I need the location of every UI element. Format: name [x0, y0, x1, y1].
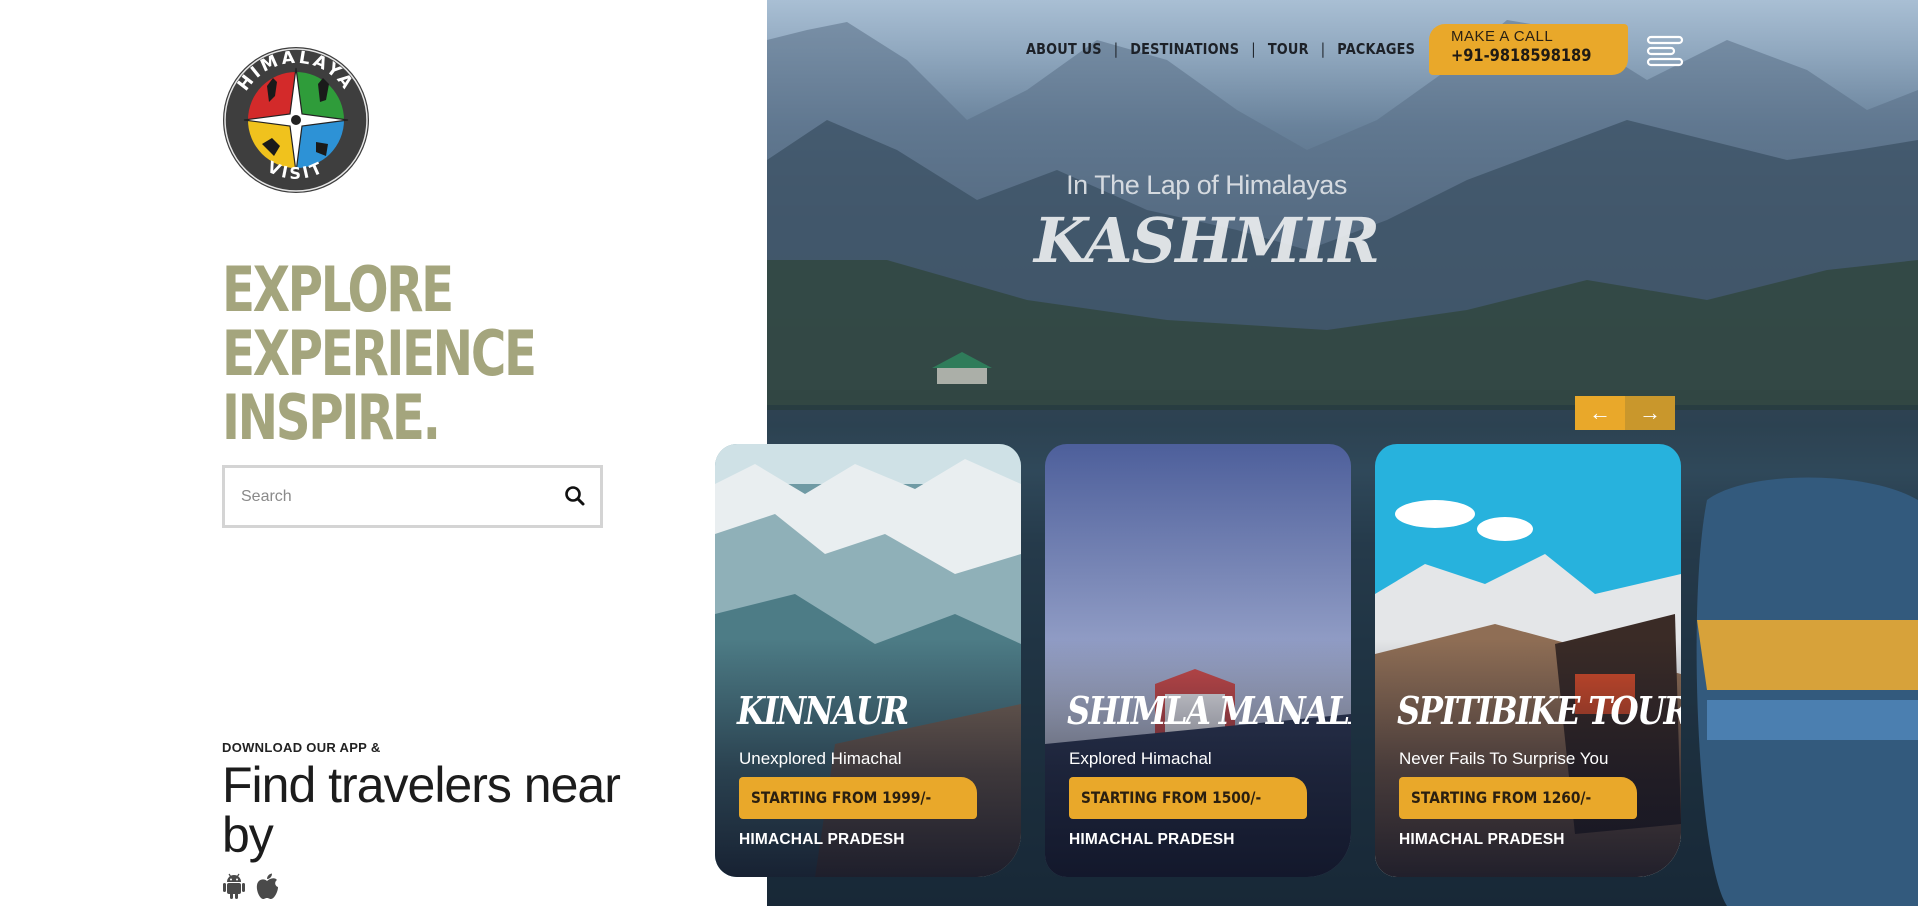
nav-separator: |	[1113, 40, 1119, 58]
card-price-label: STARTING FROM 1260/-	[1411, 788, 1592, 807]
slider-arrows: ← →	[1575, 396, 1675, 430]
search-input[interactable]	[239, 482, 549, 512]
search-button[interactable]	[562, 483, 588, 509]
card-title: SPITIBIKE TOUR	[1397, 688, 1681, 733]
slider-next-button[interactable]: →	[1625, 396, 1675, 430]
search-box	[222, 465, 603, 528]
call-label: MAKE A CALL	[1451, 28, 1554, 45]
nav-separator: |	[1251, 40, 1256, 58]
apple-icon[interactable]	[254, 872, 280, 902]
card-subtitle: Explored Himachal	[1069, 749, 1212, 768]
nav-separator: |	[1320, 40, 1326, 58]
card-region: HIMACHAL PRADESH	[1399, 831, 1565, 848]
menu-button[interactable]	[1646, 34, 1686, 68]
nav-packages[interactable]: PACKAGES	[1337, 40, 1415, 58]
destination-card-kinnaur[interactable]: KINNAUR Unexplored Himachal STARTING FRO…	[715, 444, 1021, 877]
hamburger-menu-icon	[1646, 35, 1684, 67]
card-subtitle: Unexplored Himachal	[739, 749, 902, 768]
card-region: HIMACHAL PRADESH	[739, 831, 905, 848]
headline-line-experience: EXPERIENCE	[222, 317, 537, 390]
destination-card-spitibike-tour[interactable]: SPITIBIKE TOUR Never Fails To Surprise Y…	[1375, 444, 1681, 877]
card-price-button[interactable]: STARTING FROM 1500/-	[1069, 777, 1307, 819]
hero-title: KASHMIR	[1034, 204, 1380, 277]
app-store-links	[222, 872, 280, 902]
android-icon[interactable]	[222, 872, 246, 900]
card-price-button[interactable]: STARTING FROM 1260/-	[1399, 777, 1637, 819]
headline-line-explore: EXPLORE	[222, 253, 454, 326]
left-panel: HIMALAYA VISIT EXPLORE EXPERIENCE INSPIR…	[0, 0, 767, 906]
call-number: +91-9818598189	[1451, 46, 1592, 66]
card-title: KINNAUR	[737, 688, 909, 733]
main-nav: ABOUT US | DESTINATIONS | TOUR | PACKAGE…	[1026, 40, 1415, 58]
slider-prev-button[interactable]: ←	[1575, 396, 1625, 430]
card-price-label: STARTING FROM 1999/-	[751, 788, 932, 807]
nav-about-us[interactable]: ABOUT US	[1026, 40, 1102, 58]
download-app-caption: DOWNLOAD OUR APP &	[222, 740, 381, 755]
headline-line-inspire: INSPIRE.	[222, 381, 441, 454]
card-price-button[interactable]: STARTING FROM 1999/-	[739, 777, 977, 819]
hero-headline: EXPLORE EXPERIENCE INSPIRE.	[222, 253, 537, 454]
card-title: SHIMLA MANALI	[1067, 688, 1351, 733]
make-a-call-button[interactable]: MAKE A CALL +91-9818598189	[1429, 24, 1628, 75]
card-region: HIMACHAL PRADESH	[1069, 831, 1235, 848]
arrow-left-icon: ←	[1589, 400, 1611, 425]
find-travelers-title: Find travelers near by	[222, 757, 621, 863]
card-price-label: STARTING FROM 1500/-	[1081, 788, 1262, 807]
destination-card-shimla-manali[interactable]: SHIMLA MANALI Explored Himachal STARTING…	[1045, 444, 1351, 877]
himalaya-visit-logo[interactable]: HIMALAYA VISIT	[222, 46, 370, 194]
nav-destinations[interactable]: DESTINATIONS	[1130, 40, 1239, 58]
arrow-right-icon: →	[1639, 400, 1661, 425]
search-icon	[565, 486, 585, 506]
hero-tagline: In The Lap of Himalayas	[1066, 170, 1347, 200]
nav-tour[interactable]: TOUR	[1268, 40, 1309, 58]
card-subtitle: Never Fails To Surprise You	[1399, 749, 1609, 768]
